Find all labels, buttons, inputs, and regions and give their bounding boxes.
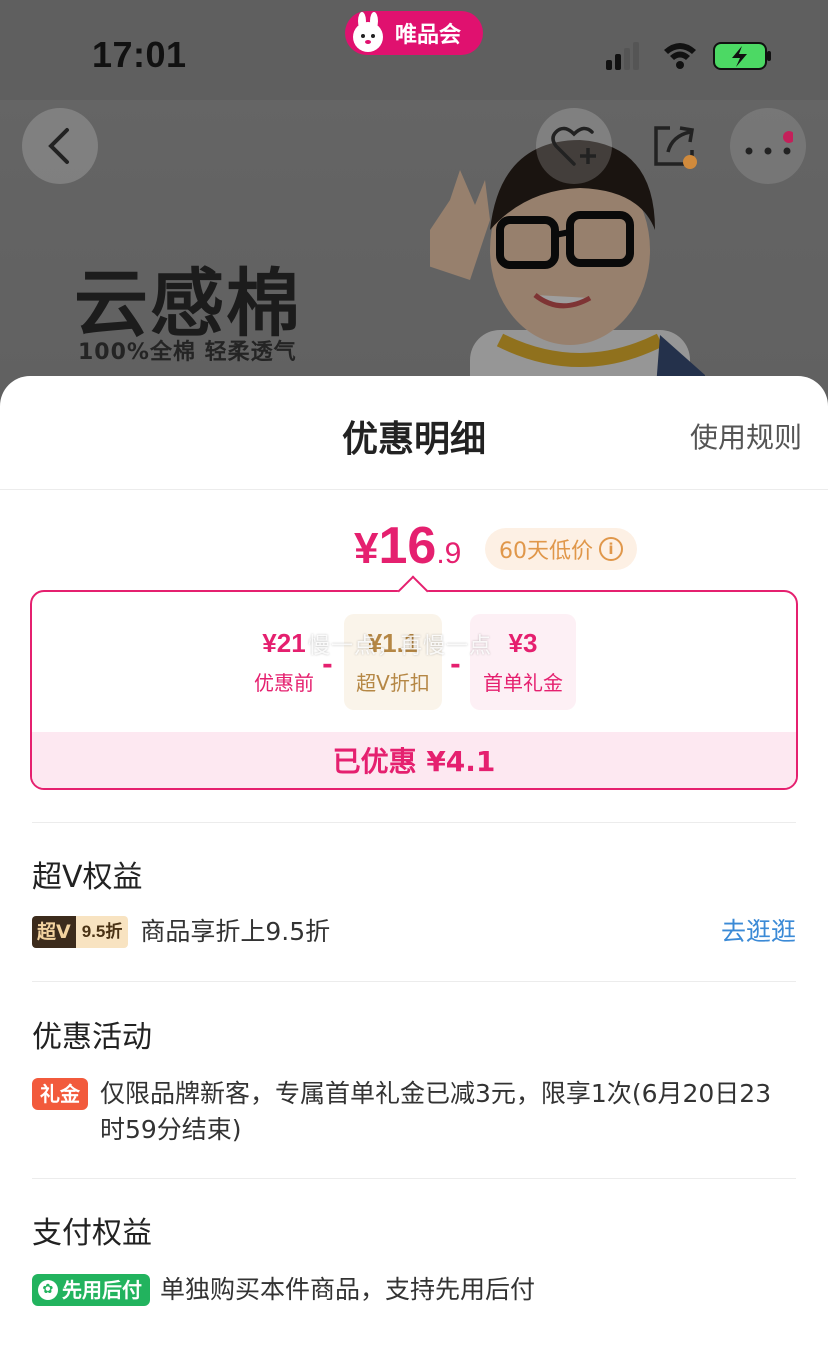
pay-later-badge-label: 先用后付 [62, 1278, 142, 1302]
low-price-label: 60天低价 [499, 539, 593, 564]
status-time: 17:01 [92, 34, 187, 75]
divider [32, 822, 796, 823]
rabbit-logo-icon [353, 12, 383, 52]
payment-section-title: 支付权益 [32, 1216, 152, 1251]
info-icon: i [599, 537, 623, 561]
price-breakdown-box: ¥21 优惠前 - ¥1.1 超V折扣 - ¥3 首单礼金 慢一点，再慢一点 已… [30, 575, 798, 790]
go-browse-link[interactable]: 去逛逛 [721, 914, 796, 950]
chevron-left-icon [48, 128, 69, 164]
price-currency: ¥ [354, 524, 379, 573]
svip-section-title: 超V权益 [32, 860, 143, 895]
final-price: ¥16.9 [354, 516, 461, 576]
status-icons [606, 42, 771, 70]
payment-benefit-text: 单独购买本件商品，支持先用后付 [160, 1275, 536, 1304]
promo-activity-row: 礼金 仅限品牌新客，专属首单礼金已减3元，限享1次(6月20日23时59分结束) [32, 1076, 796, 1148]
gift-badge: 礼金 [32, 1078, 88, 1110]
wifi-icon [664, 43, 696, 69]
svip-benefit-text: 商品享折上9.5折 [140, 917, 331, 946]
svip-discount-label: 超V折扣 [356, 671, 430, 695]
price-integer: 16 [378, 517, 437, 575]
more-dots-icon [745, 131, 793, 155]
floating-overlay-text: 慢一点，再慢一点 [308, 634, 493, 659]
back-button[interactable] [22, 108, 98, 184]
vip-app-pill: 唯品会 [345, 11, 483, 55]
promo-section-title: 优惠活动 [32, 1020, 152, 1055]
price-decimal: .9 [436, 537, 462, 570]
svip-benefit-row: 超V 9.5折 商品享折上9.5折 去逛逛 [32, 914, 796, 950]
pay-later-badge: ✿ 先用后付 [32, 1274, 150, 1306]
breakdown-items: ¥21 优惠前 - ¥1.1 超V折扣 - ¥3 首单礼金 慢一点，再慢一点 [32, 614, 796, 710]
usage-rules-link[interactable]: 使用规则 [690, 416, 802, 456]
favorite-button[interactable] [536, 108, 612, 184]
share-icon [654, 126, 697, 169]
share-button[interactable] [636, 108, 712, 184]
first-order-gift-value: ¥3 [508, 628, 538, 658]
heart-plus-icon [551, 126, 596, 166]
more-button[interactable] [730, 108, 806, 184]
svip-badge-right: 9.5折 [75, 916, 129, 948]
svip-badge: 超V 9.5折 [32, 916, 129, 948]
original-price-value: ¥21 [262, 628, 306, 658]
pay-later-icon: ✿ [38, 1280, 58, 1300]
original-price-label: 优惠前 [254, 671, 314, 695]
sheet-header: 优惠明细 使用规则 [0, 376, 828, 490]
total-saved-bar: 已优惠 ¥4.1 [32, 732, 796, 788]
vip-app-label: 唯品会 [395, 23, 462, 48]
divider [32, 981, 796, 982]
promo-activity-text: 仅限品牌新客，专属首单礼金已减3元，限享1次(6月20日23时59分结束) [100, 1079, 772, 1144]
background-product-page: 云感棉 100%全棉 轻柔透气 17:01 唯品会 [0, 0, 828, 420]
svip-badge-left: 超V [32, 916, 76, 948]
payment-benefit-row: ✿ 先用后付 单独购买本件商品，支持先用后付 [32, 1272, 796, 1308]
discount-detail-sheet: 优惠明细 使用规则 ¥16.9 60天低价 i ¥21 优惠前 - ¥1.1 超… [0, 376, 828, 1346]
signal-icon [606, 42, 639, 70]
low-price-tag[interactable]: 60天低价 i [485, 528, 637, 570]
divider [32, 1178, 796, 1179]
first-order-gift-label: 首单礼金 [483, 671, 563, 695]
battery-icon [713, 42, 771, 70]
